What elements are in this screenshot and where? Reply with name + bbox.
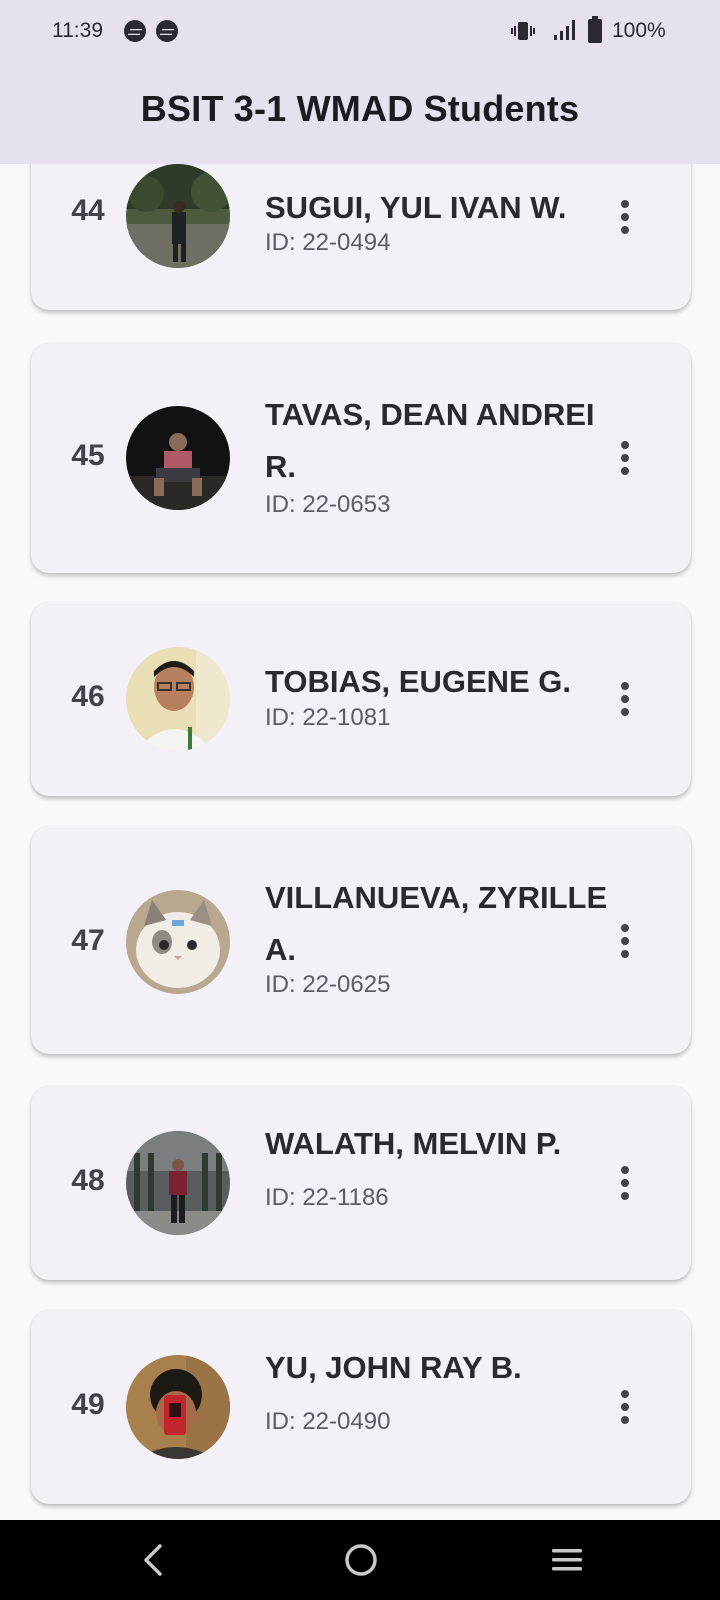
photo-portrait-glasses	[126, 647, 230, 751]
more-vert-icon[interactable]	[605, 1158, 645, 1208]
home-icon[interactable]	[343, 1542, 379, 1578]
vibrate-icon	[511, 22, 535, 40]
battery-percent: 100%	[612, 19, 666, 42]
messenger-icon	[124, 20, 146, 42]
row-number: 48	[71, 1164, 105, 1197]
student-card[interactable]: 45 TAVAS, DEAN ANDREI R. ID: 22-0653	[31, 343, 691, 573]
student-id: ID: 22-0625	[265, 971, 391, 998]
more-vert-icon[interactable]	[605, 674, 645, 724]
row-number: 45	[71, 439, 105, 472]
student-avatar[interactable]	[126, 164, 230, 268]
row-number: 44	[71, 194, 105, 227]
more-vert-icon[interactable]	[605, 916, 645, 966]
row-number: 47	[71, 924, 105, 957]
page-title: BSIT 3-1 WMAD Students	[140, 88, 580, 129]
more-vert-icon[interactable]	[605, 433, 645, 483]
photo-phone-selfie	[126, 1355, 230, 1459]
photo-night	[126, 406, 230, 510]
student-id: ID: 22-1081	[265, 704, 391, 731]
student-avatar[interactable]	[126, 1355, 230, 1459]
student-card[interactable]: 47 VILLANUEVA, ZYRILLE A. ID: 22-0625	[31, 826, 691, 1054]
student-name: WALATH, MELVIN P.	[265, 1126, 562, 1161]
recents-icon[interactable]	[550, 1546, 584, 1574]
student-name: SUGUI, YUL IVAN W.	[265, 190, 567, 225]
more-vert-icon[interactable]	[605, 192, 645, 242]
messenger-icon	[156, 20, 178, 42]
student-list[interactable]: 44 SUGUI, YUL IVAN W. ID: 22-0494 45 TAV…	[0, 0, 720, 1520]
student-name: TOBIAS, EUGENE G.	[265, 664, 572, 699]
navigation-bar	[0, 1520, 720, 1600]
photo-outdoor-trees	[126, 164, 230, 268]
student-name: YU, JOHN RAY B.	[265, 1350, 522, 1385]
student-card[interactable]: 48 WALATH, MELVIN P. ID: 22-1186	[31, 1086, 691, 1280]
status-time: 11:39	[52, 19, 103, 42]
screen: 44 SUGUI, YUL IVAN W. ID: 22-0494 45 TAV…	[0, 0, 720, 1600]
student-name: VILLANUEVA, ZYRILLE A.	[265, 880, 608, 967]
photo-white-kitten	[126, 890, 230, 994]
student-avatar[interactable]	[126, 890, 230, 994]
student-id: ID: 22-0494	[265, 229, 391, 256]
student-id: ID: 22-0490	[265, 1408, 391, 1435]
student-name: TAVAS, DEAN ANDREI R.	[265, 397, 595, 484]
student-avatar[interactable]	[126, 406, 230, 510]
battery-icon	[588, 16, 602, 43]
signal-icon	[554, 20, 575, 40]
back-icon[interactable]	[140, 1542, 166, 1578]
student-id: ID: 22-0653	[265, 491, 391, 518]
student-avatar[interactable]	[126, 1131, 230, 1235]
row-number: 49	[71, 1388, 105, 1421]
more-vert-icon[interactable]	[605, 1382, 645, 1432]
app-bar: 11:39 100% BSIT 3-1 WMAD Students	[0, 0, 720, 164]
photo-standing-figure	[126, 1131, 230, 1235]
student-id: ID: 22-1186	[265, 1184, 389, 1211]
student-avatar[interactable]	[126, 647, 230, 751]
student-card[interactable]: 46 TOBIAS, EUGENE G. ID: 22-1081	[31, 602, 691, 796]
row-number: 46	[71, 680, 105, 713]
student-card[interactable]: 49 YU, JOHN RAY B. ID: 22-0490	[31, 1310, 691, 1504]
